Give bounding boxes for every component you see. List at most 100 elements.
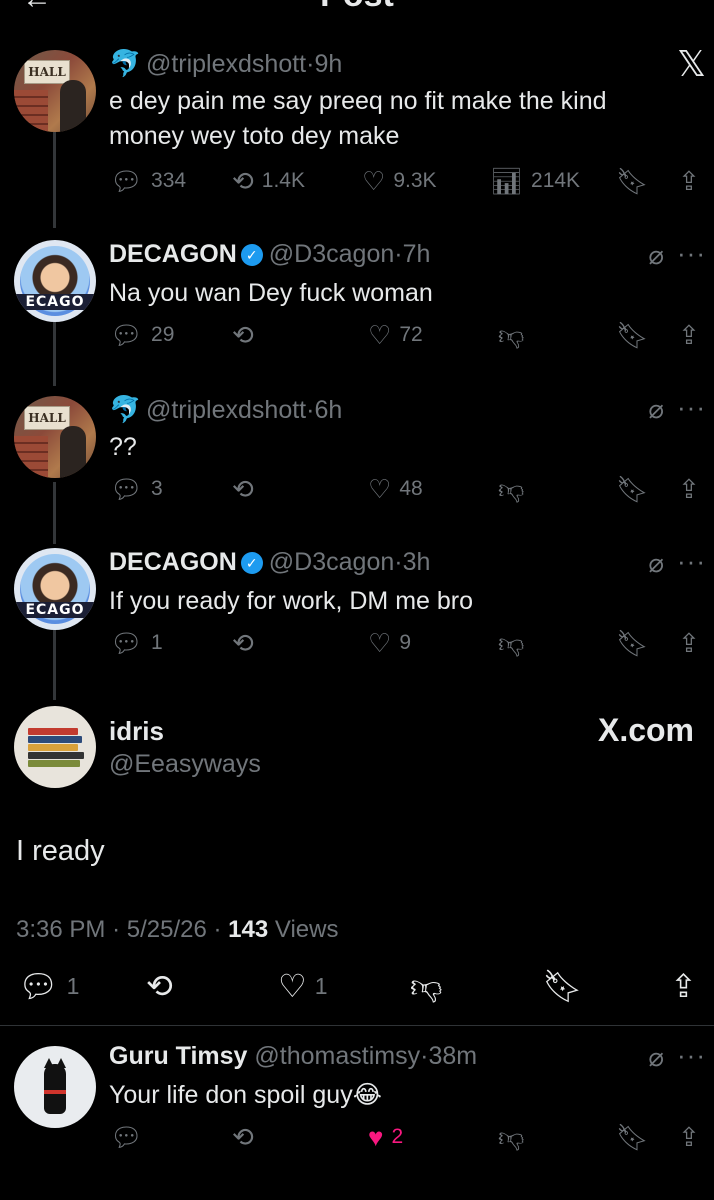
like-button[interactable]: ♥ 2 — [368, 1124, 403, 1150]
author-name[interactable]: idris — [109, 716, 164, 747]
like-icon: ♡ — [368, 628, 392, 658]
views-button[interactable]: 📊︎ 214K — [490, 168, 580, 194]
x-com-watermark: X.com — [597, 712, 694, 748]
tweet-time[interactable]: 7h — [403, 240, 431, 268]
tweet-time[interactable]: 3h — [403, 548, 431, 576]
tweet[interactable]: DECAGON ✓ @D3cagon·7h ⌀ ··· Na you wan Dey… — [109, 238, 714, 311]
tweet-text: If you ready for work, DM me bro — [109, 587, 474, 615]
like-filled-icon: ♥ — [368, 1122, 384, 1152]
author-handle[interactable]: @Eeasyways — [109, 750, 261, 779]
tweet-handle[interactable]: @triplexdshott — [146, 396, 306, 424]
avatar-book — [28, 728, 78, 735]
tweet-header: 🐬 @triplexdshott·6h ⌀ ··· — [109, 392, 714, 428]
tweet-text: ?? — [109, 433, 137, 461]
bookmark-button[interactable]: 🔖︎ — [542, 970, 583, 1002]
reply-button[interactable]: 💬︎ 29 — [110, 322, 174, 348]
downvote-button[interactable]: 👎︎ — [498, 476, 524, 502]
like-button[interactable]: ♡ 48 — [368, 476, 423, 502]
tweet-text: Your life don spoil guy😂 — [109, 1081, 382, 1109]
share-button[interactable]: ⇪ — [678, 168, 700, 194]
downvote-icon: 👎︎ — [498, 320, 525, 350]
reply-button[interactable]: 💬︎ 3 — [110, 476, 163, 502]
tweet[interactable]: 🐬 @triplexdshott·9h 𝕏 e dey pain me say … — [109, 44, 714, 154]
reply-tweet[interactable]: Guru Timsy @thomastimsy·38m ⌀ ··· Your l… — [109, 1040, 714, 1113]
bookmark-icon: 🔖︎ — [616, 474, 650, 504]
tweet-handle[interactable]: @triplexdshott — [146, 50, 306, 78]
grok-icon[interactable]: ⌀ — [648, 240, 664, 271]
like-count: 1 — [314, 972, 328, 999]
share-button[interactable]: ⇪ — [678, 322, 700, 348]
downvote-button[interactable]: 👎︎ — [410, 970, 442, 1002]
like-button[interactable]: ♡ 72 — [368, 322, 423, 348]
reply-button[interactable]: 💬︎ 1 — [18, 970, 79, 1002]
bookmark-button[interactable]: 🔖︎ — [616, 168, 649, 194]
share-button[interactable]: ⇪ — [678, 476, 700, 502]
tweet-handle[interactable]: @D3cagon — [269, 548, 394, 576]
share-button[interactable]: ⇪ — [670, 970, 697, 1002]
repost-button[interactable]: ⟲ — [232, 630, 254, 656]
tweet-author-name[interactable]: DECAGON — [109, 240, 237, 268]
like-button[interactable]: ♡ 9 — [368, 630, 411, 656]
tweet-text: Na you wan Dey fuck woman — [109, 279, 433, 307]
avatar[interactable]: ECAGO — [14, 240, 96, 322]
reply-button[interactable]: 💬︎ 334 — [110, 168, 186, 194]
like-button[interactable]: ♡ 9.3K — [362, 168, 437, 194]
reply-count: 3 — [151, 477, 163, 500]
downvote-button[interactable]: 👎︎ — [498, 322, 524, 348]
like-icon: ♡ — [362, 166, 386, 196]
reply-icon: 💬︎ — [110, 320, 144, 350]
verified-icon: ✓ — [240, 244, 263, 266]
repost-button[interactable]: ⟲ 1.4K — [232, 168, 305, 194]
tweet-author-name[interactable]: DECAGON — [109, 548, 237, 576]
reply-button[interactable]: 💬︎ 1 — [110, 630, 163, 656]
bookmark-button[interactable]: 🔖︎ — [616, 630, 649, 656]
repost-icon: ⟲ — [232, 628, 254, 658]
more-icon[interactable]: ··· — [677, 238, 706, 269]
divider — [0, 1025, 714, 1026]
share-button[interactable]: ⇪ — [678, 1124, 700, 1150]
reply-count: 29 — [151, 323, 175, 346]
bookmark-button[interactable]: 🔖︎ — [616, 322, 649, 348]
grok-icon[interactable]: ⌀ — [648, 394, 664, 425]
repost-button[interactable]: ⟲ — [232, 322, 254, 348]
avatar[interactable] — [14, 706, 96, 788]
reply-button[interactable]: 💬︎ — [110, 1124, 143, 1150]
grok-icon[interactable]: ⌀ — [648, 1042, 664, 1073]
tweet-time[interactable]: 6h — [314, 396, 342, 424]
avatar-cat-collar — [44, 1090, 66, 1094]
more-icon[interactable]: ··· — [677, 546, 706, 577]
repost-icon: ⟲ — [232, 474, 254, 504]
more-icon[interactable]: ··· — [677, 1040, 706, 1071]
separator: · — [213, 916, 222, 943]
tweet-time[interactable]: 38m — [428, 1042, 477, 1070]
downvote-button[interactable]: 👎︎ — [498, 1124, 524, 1150]
repost-button[interactable]: ⟲ — [146, 970, 173, 1002]
tweet-author-name[interactable]: Guru Timsy — [109, 1042, 247, 1070]
downvote-button[interactable]: 👎︎ — [498, 630, 524, 656]
repost-button[interactable]: ⟲ — [232, 476, 254, 502]
more-icon[interactable]: ··· — [677, 392, 706, 423]
avatar[interactable]: ECAGO — [14, 548, 96, 630]
avatar-hall-sign: HALL — [24, 406, 70, 430]
tweet-handle[interactable]: @D3cagon — [269, 240, 394, 268]
reply-icon: 💬︎ — [110, 166, 144, 196]
tweet-handle[interactable]: @thomastimsy — [254, 1042, 420, 1070]
bookmark-button[interactable]: 🔖︎ — [616, 1124, 649, 1150]
tweet-time[interactable]: 9h — [314, 50, 342, 78]
like-button[interactable]: ♡ 1 — [278, 970, 327, 1002]
avatar[interactable]: HALL — [14, 396, 96, 478]
bookmark-icon: 🔖︎ — [616, 320, 650, 350]
avatar-logo-text: ECAGO — [14, 294, 96, 310]
repost-button[interactable]: ⟲ — [232, 1124, 254, 1150]
grok-icon[interactable]: ⌀ — [648, 548, 664, 579]
bookmark-icon: 🔖︎ — [616, 628, 650, 658]
page-title: Post — [0, 0, 714, 15]
bookmark-icon: 🔖︎ — [616, 166, 650, 196]
avatar[interactable] — [14, 1046, 96, 1128]
tweet[interactable]: 🐬 @triplexdshott·6h ⌀ ··· ?? — [109, 392, 714, 465]
share-button[interactable]: ⇪ — [678, 630, 700, 656]
bookmark-button[interactable]: 🔖︎ — [616, 476, 649, 502]
like-icon: ♡ — [278, 968, 307, 1004]
avatar[interactable]: HALL — [14, 50, 96, 132]
tweet[interactable]: DECAGON ✓ @D3cagon·3h ⌀ ··· If you ready f… — [109, 546, 714, 619]
